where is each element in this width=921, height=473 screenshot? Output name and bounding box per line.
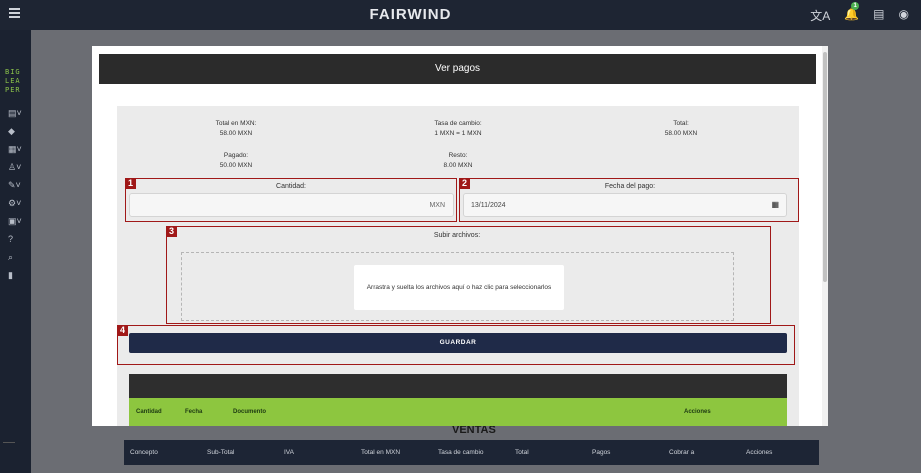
logo: BIG LEA PER (5, 68, 21, 94)
column-header: Acciones (684, 409, 711, 415)
upload-prompt[interactable]: Arrastra y suelta los archivos aquí o ha… (354, 265, 564, 310)
book-icon[interactable]: ▮ (8, 270, 24, 280)
scrollbar-thumb[interactable] (823, 52, 827, 282)
person-icon[interactable]: ♙˅ (8, 162, 24, 172)
column-header: Cobrar a (669, 449, 695, 456)
chat-icon[interactable]: ▤ (873, 7, 884, 24)
account-icon[interactable]: ◉ (899, 7, 909, 24)
card-icon[interactable]: ▣˅ (8, 216, 24, 226)
column-header: Tasa de cambio (438, 449, 484, 456)
notification-badge: 1 (851, 2, 860, 10)
top-bar: FAIRWIND 文A 🔔 1 ▤ ◉ (0, 0, 921, 30)
date-label: Fecha del pago: (604, 183, 656, 190)
date-input[interactable]: 13/11/2024 ▦ (463, 193, 787, 217)
amount-label: Cantidad: (276, 183, 306, 190)
paid: Pagado: 50.00 MXN (219, 152, 253, 169)
total: Total: 58.00 MXN (664, 120, 698, 137)
payments-table-bar (129, 374, 787, 398)
help-icon[interactable]: ? (8, 234, 24, 244)
app-brand: FAIRWIND (369, 6, 452, 23)
tag-icon[interactable]: ◆ (8, 126, 24, 136)
bell-icon[interactable]: 🔔 1 (844, 2, 860, 24)
document-icon[interactable]: ▤˅ (8, 108, 24, 118)
payments-table-header: Cantidad Fecha Documento Acciones (129, 398, 787, 426)
column-header: Total (515, 449, 529, 456)
column-header: Acciones (746, 449, 773, 456)
calendar-icon[interactable]: ▦ (771, 200, 779, 209)
file-dropzone[interactable]: Arrastra y suelta los archivos aquí o ha… (181, 252, 734, 321)
upload-label: Subir archivos: (433, 232, 481, 239)
column-header: Concepto (130, 449, 158, 456)
tool-icon[interactable]: ✎˅ (8, 180, 24, 190)
save-button[interactable]: GUARDAR (129, 333, 787, 353)
column-header: Documento (233, 409, 266, 415)
remaining: Resto: 8.00 MXN (443, 152, 473, 169)
payments-modal: Ver pagos Total en MXN: 58.00 MXN Tasa de… (92, 46, 828, 426)
column-header: Total en MXN (361, 449, 401, 456)
column-header: Cantidad (136, 409, 162, 415)
total-mxn: Total en MXN: 58.00 MXN (215, 120, 257, 137)
ventas-table-header: Concepto Sub-Total IVA Total en MXN Tasa… (124, 440, 819, 465)
sidebar: BIG LEA PER ▤˅ ◆ ▦˅ ♙˅ ✎˅ ⚙˅ ▣˅ ? ⌕ ▮ (0, 30, 31, 473)
modal-scrollbar[interactable] (822, 46, 828, 426)
modal-title: Ver pagos (99, 54, 816, 84)
column-header: Fecha (185, 409, 203, 415)
translate-icon[interactable]: 文A (810, 7, 830, 24)
column-header: Sub-Total (207, 449, 235, 456)
search-icon[interactable]: ⌕ (8, 252, 24, 262)
top-icons: 文A 🔔 1 ▤ ◉ (810, 2, 909, 24)
column-header: IVA (284, 449, 294, 456)
exchange-rate: Tasa de cambio: 1 MXN = 1 MXN (434, 120, 482, 137)
list-icon[interactable]: ▦˅ (8, 144, 24, 154)
sidebar-divider (3, 442, 15, 443)
currency-suffix: MXN (429, 202, 445, 209)
column-header: Pagos (592, 449, 611, 456)
settings-icon[interactable]: ⚙˅ (8, 198, 24, 208)
amount-input[interactable]: MXN (129, 193, 454, 217)
